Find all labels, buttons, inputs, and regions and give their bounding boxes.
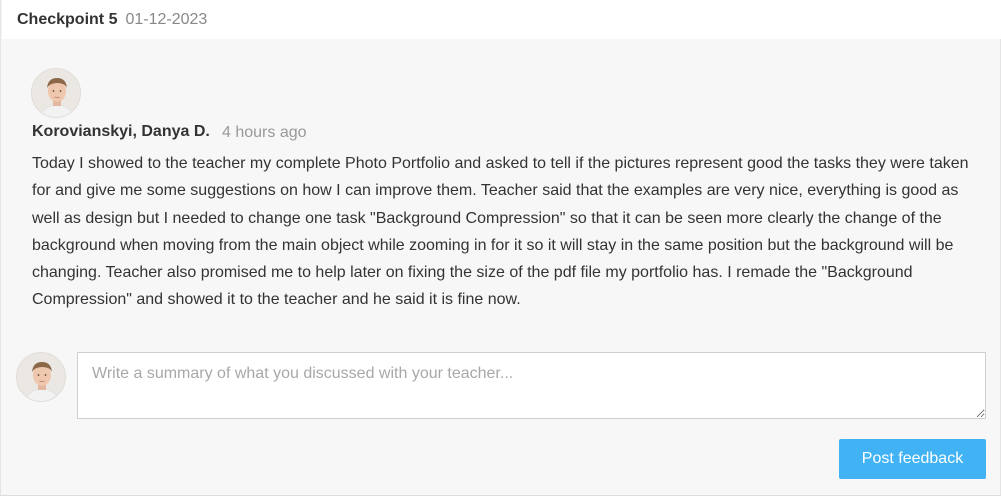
feedback-summary-input[interactable] xyxy=(77,352,986,419)
comment-text: Today I showed to the teacher my complet… xyxy=(32,155,969,309)
checkpoint-header: Checkpoint 5 01-12-2023 xyxy=(2,0,1001,39)
author-avatar xyxy=(31,68,81,118)
current-user-avatar xyxy=(16,352,66,402)
checkpoint-panel: Checkpoint 5 01-12-2023 Korovianskyi, Da… xyxy=(0,0,1001,496)
comment-author: Korovianskyi, Danya D. xyxy=(32,123,210,140)
checkpoint-date: 01-12-2023 xyxy=(125,10,208,28)
checkpoint-title: Checkpoint 5 xyxy=(17,10,118,28)
post-feedback-button[interactable]: Post feedback xyxy=(839,439,986,479)
comment-timestamp: 4 hours ago xyxy=(222,124,307,141)
